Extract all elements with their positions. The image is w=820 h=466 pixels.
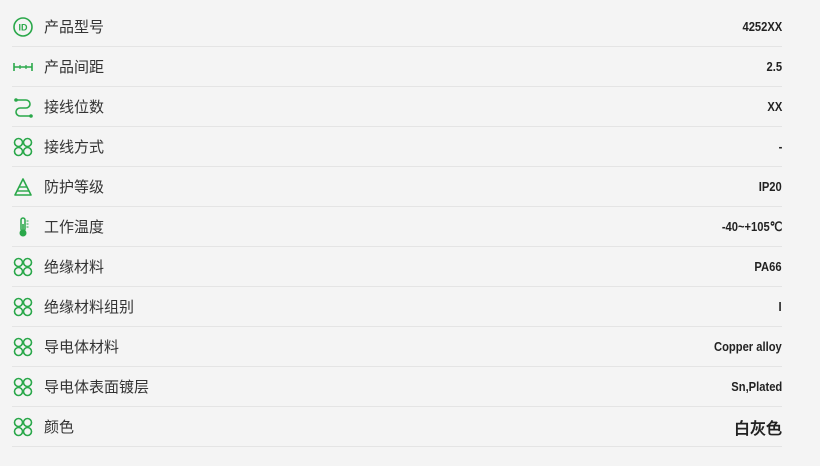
thermometer-icon xyxy=(12,216,34,238)
spec-value: Sn,Plated xyxy=(731,379,782,394)
clover-icon xyxy=(12,136,34,158)
spec-row-protection: 防护等级 IP20 xyxy=(12,167,782,207)
spec-label: 防护等级 xyxy=(44,179,105,196)
spec-row-insulation-group: 绝缘材料组别 I xyxy=(12,287,782,327)
spec-row-positions: 接线位数 XX xyxy=(12,87,782,127)
svg-text:ID: ID xyxy=(19,22,29,32)
spec-value: -40~+105℃ xyxy=(721,218,782,234)
spec-value: - xyxy=(778,139,782,154)
spec-label: 接线方式 xyxy=(44,139,105,156)
spec-row-wiring-method: 接线方式 - xyxy=(12,127,782,167)
spec-value: 4252XX xyxy=(742,19,782,34)
spec-list: ID 产品型号 4252XX 产品间距 2.5 接线位数 XX 接线方式 - 防… xyxy=(12,7,782,447)
spec-label: 颜色 xyxy=(44,419,75,436)
spec-value: PA66 xyxy=(754,259,782,274)
spec-value: 2.5 xyxy=(766,59,782,74)
spec-label: 导电体材料 xyxy=(44,339,120,356)
spec-value: XX xyxy=(767,99,782,114)
spec-row-color: 颜色 白灰色 xyxy=(12,407,782,447)
spec-value: 白灰色 xyxy=(733,420,782,438)
pitch-icon xyxy=(12,56,34,78)
spec-label: 产品型号 xyxy=(44,19,105,36)
spec-label: 工作温度 xyxy=(44,219,105,236)
spec-row-temperature: 工作温度 -40~+105℃ xyxy=(12,207,782,247)
clover-icon xyxy=(12,256,34,278)
spec-label: 接线位数 xyxy=(44,99,105,116)
spec-row-pitch: 产品间距 2.5 xyxy=(12,47,782,87)
spec-row-conductor-plating: 导电体表面镀层 Sn,Plated xyxy=(12,367,782,407)
spec-label: 导电体表面镀层 xyxy=(44,379,150,396)
spec-row-insulation-material: 绝缘材料 PA66 xyxy=(12,247,782,287)
spec-label: 产品间距 xyxy=(44,59,105,76)
spec-row-model: ID 产品型号 4252XX xyxy=(12,7,782,47)
spec-label: 绝缘材料 xyxy=(44,259,105,276)
spec-value: IP20 xyxy=(758,179,782,194)
spec-label: 绝缘材料组别 xyxy=(44,299,135,316)
wiring-icon xyxy=(12,96,34,118)
id-icon: ID xyxy=(12,16,34,38)
clover-icon xyxy=(12,416,34,438)
clover-icon xyxy=(12,376,34,398)
cone-icon xyxy=(12,176,34,198)
spec-value: I xyxy=(778,299,782,314)
clover-icon xyxy=(12,296,34,318)
clover-icon xyxy=(12,336,34,358)
spec-row-conductor-material: 导电体材料 Copper alloy xyxy=(12,327,782,367)
spec-value: Copper alloy xyxy=(714,339,782,354)
